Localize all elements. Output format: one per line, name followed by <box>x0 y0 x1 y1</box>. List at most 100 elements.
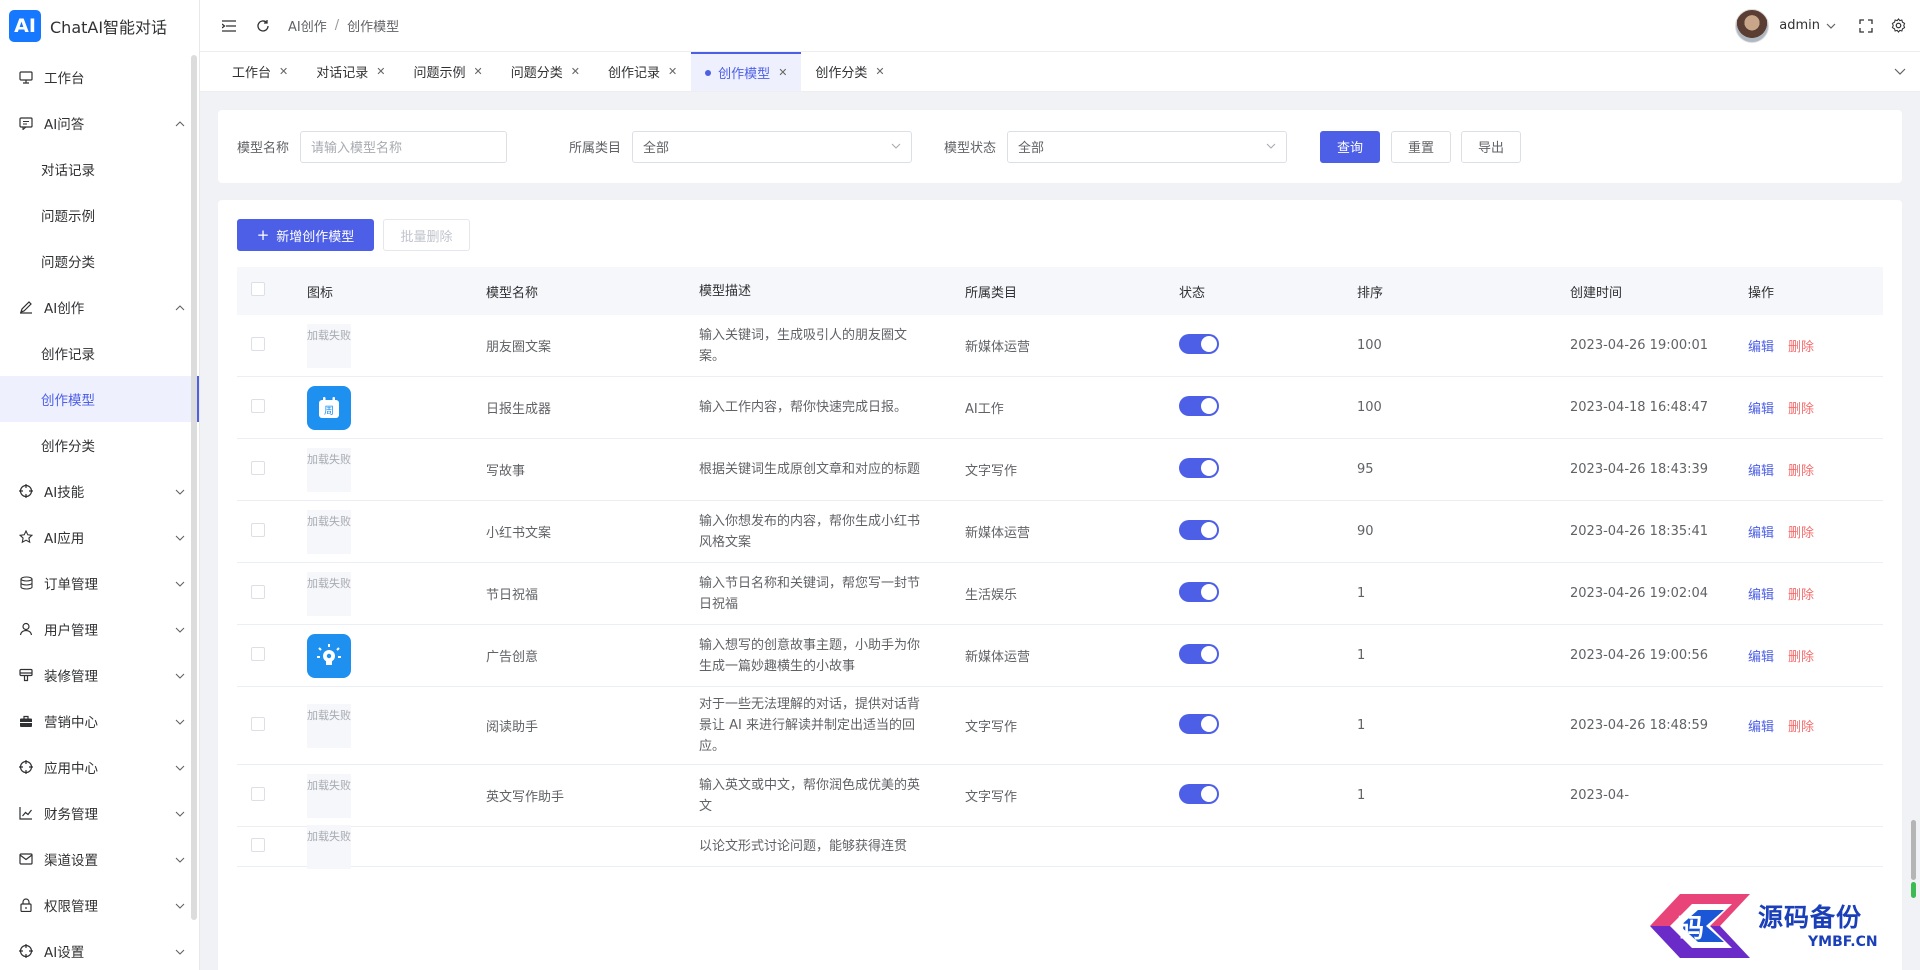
fullscreen-icon[interactable] <box>1858 18 1874 34</box>
column-header: 创建时间 <box>1570 285 1623 301</box>
chevron-up-icon <box>175 115 185 131</box>
edit-link[interactable]: 编辑 <box>1748 588 1774 603</box>
edit-link[interactable]: 编辑 <box>1748 526 1774 541</box>
tab[interactable]: 问题分类 ✕ <box>497 52 594 91</box>
page-scrollbar[interactable] <box>1911 820 1916 880</box>
close-icon[interactable]: ✕ <box>473 65 482 78</box>
delete-link[interactable]: 删除 <box>1788 526 1814 541</box>
delete-link[interactable]: 删除 <box>1788 340 1814 355</box>
delete-link[interactable]: 删除 <box>1788 402 1814 417</box>
status-toggle[interactable] <box>1179 783 1219 804</box>
sidebar-subitem[interactable]: 创作分类 <box>0 422 199 468</box>
edit-link[interactable]: 编辑 <box>1748 650 1774 665</box>
row-checkbox[interactable] <box>251 837 265 852</box>
tab[interactable]: 创作模型 ✕ <box>691 52 802 91</box>
close-icon[interactable]: ✕ <box>279 65 288 78</box>
delete-link[interactable]: 删除 <box>1788 720 1814 735</box>
sidebar-item[interactable]: AI设置 <box>0 928 199 970</box>
model-name-cell: 英文写作助手 <box>486 790 565 805</box>
status-toggle[interactable] <box>1179 519 1219 540</box>
settings-gear-icon[interactable] <box>1890 18 1906 34</box>
tab[interactable]: 问题示例 ✕ <box>399 52 496 91</box>
menu-fold-icon[interactable] <box>220 17 238 35</box>
refresh-icon[interactable] <box>254 17 272 35</box>
sidebar-subitem[interactable]: 创作记录 <box>0 330 199 376</box>
status-toggle[interactable] <box>1179 333 1219 354</box>
breadcrumb-separator: / <box>334 18 340 33</box>
close-icon[interactable]: ✕ <box>571 65 580 78</box>
row-checkbox[interactable] <box>251 584 265 599</box>
sidebar-item[interactable]: AI应用 <box>0 514 199 560</box>
edit-link[interactable]: 编辑 <box>1748 402 1774 417</box>
sidebar-item[interactable]: AI技能 <box>0 468 199 514</box>
tab[interactable]: 创作记录 ✕ <box>594 52 691 91</box>
tabs-more-chevron-icon[interactable] <box>1880 52 1920 91</box>
edit-link[interactable]: 编辑 <box>1748 340 1774 355</box>
close-icon[interactable]: ✕ <box>778 66 787 79</box>
tab[interactable]: 对话记录 ✕ <box>302 52 399 91</box>
model-name-cell: 节日祝福 <box>486 588 539 603</box>
row-checkbox[interactable] <box>251 786 265 801</box>
export-button[interactable]: 导出 <box>1461 130 1522 163</box>
delete-link[interactable]: 删除 <box>1788 650 1814 665</box>
delete-link[interactable]: 删除 <box>1788 464 1814 479</box>
sidebar-item[interactable]: 用户管理 <box>0 606 199 652</box>
sidebar-item[interactable]: AI问答 <box>0 100 199 146</box>
watermark-sub-text: YMBF.CN <box>1808 934 1878 950</box>
breadcrumb-item[interactable]: AI创作 <box>288 16 327 35</box>
select-all-checkbox[interactable] <box>251 282 265 296</box>
row-checkbox[interactable] <box>251 398 265 413</box>
status-toggle[interactable] <box>1179 713 1219 734</box>
sidebar-item[interactable]: 工作台 <box>0 54 199 100</box>
delete-link[interactable]: 删除 <box>1788 588 1814 603</box>
status-toggle[interactable] <box>1179 457 1219 478</box>
query-button[interactable]: 查询 <box>1320 130 1381 163</box>
username[interactable]: admin <box>1779 18 1820 33</box>
row-checkbox[interactable] <box>251 646 265 661</box>
row-checkbox[interactable] <box>251 460 265 475</box>
table-row: 加载失败 节日祝福 输入节日名称和关键词，帮您写一封节日祝福 生活娱乐 1 2023-04… <box>237 563 1883 625</box>
sidebar-item-label: AI设置 <box>44 945 85 961</box>
model-name-input[interactable]: 请输入模型名称 <box>300 130 508 163</box>
status-toggle[interactable] <box>1179 395 1219 416</box>
select-chevron-icon <box>891 143 901 149</box>
created-time-cell: 2023-04-26 18:48:59 <box>1570 718 1709 733</box>
sidebar-item[interactable]: 装修管理 <box>0 652 199 698</box>
image-load-failed: 加载失败 <box>307 323 351 368</box>
edit-link[interactable]: 编辑 <box>1748 720 1774 735</box>
sidebar-subitem[interactable]: 对话记录 <box>0 146 199 192</box>
edit-link[interactable]: 编辑 <box>1748 464 1774 479</box>
category-cell: 文字写作 <box>965 790 1018 805</box>
row-checkbox[interactable] <box>251 522 265 537</box>
sidebar-item[interactable]: 渠道设置 <box>0 836 199 882</box>
sidebar-item[interactable]: AI创作 <box>0 284 199 330</box>
sidebar-item[interactable]: 权限管理 <box>0 882 199 928</box>
status-select[interactable]: 全部 <box>1007 130 1288 163</box>
chevron-up-icon <box>175 299 185 315</box>
status-toggle[interactable] <box>1179 643 1219 664</box>
tab[interactable]: 工作台 ✕ <box>200 52 302 91</box>
avatar[interactable] <box>1735 8 1770 43</box>
category-select[interactable]: 全部 <box>632 130 913 163</box>
close-icon[interactable]: ✕ <box>376 65 385 78</box>
sidebar-subitem[interactable]: 问题分类 <box>0 238 199 284</box>
tab[interactable]: 创作分类 ✕ <box>801 52 898 91</box>
row-checkbox[interactable] <box>251 716 265 731</box>
sidebar-subitem[interactable]: 问题示例 <box>0 192 199 238</box>
close-icon[interactable]: ✕ <box>875 65 884 78</box>
add-model-button[interactable]: + 新增创作模型 <box>237 219 374 251</box>
batch-delete-button[interactable]: 批量删除 <box>383 219 470 251</box>
status-toggle[interactable] <box>1179 581 1219 602</box>
sidebar-item[interactable]: 财务管理 <box>0 790 199 836</box>
sidebar-item[interactable]: 应用中心 <box>0 744 199 790</box>
sidebar-subitem[interactable]: 创作模型 <box>0 376 199 422</box>
column-header: 状态 <box>1179 285 1206 301</box>
reset-button[interactable]: 重置 <box>1391 130 1452 163</box>
close-icon[interactable]: ✕ <box>668 65 677 78</box>
sidebar-item[interactable]: 营销中心 <box>0 698 199 744</box>
row-checkbox[interactable] <box>251 336 265 351</box>
chevron-down-icon[interactable] <box>1826 18 1836 33</box>
brand[interactable]: AI ChatAI智能对话 <box>0 0 199 52</box>
sidebar-item[interactable]: 订单管理 <box>0 560 199 606</box>
sidebar-scrollbar[interactable] <box>191 55 197 920</box>
